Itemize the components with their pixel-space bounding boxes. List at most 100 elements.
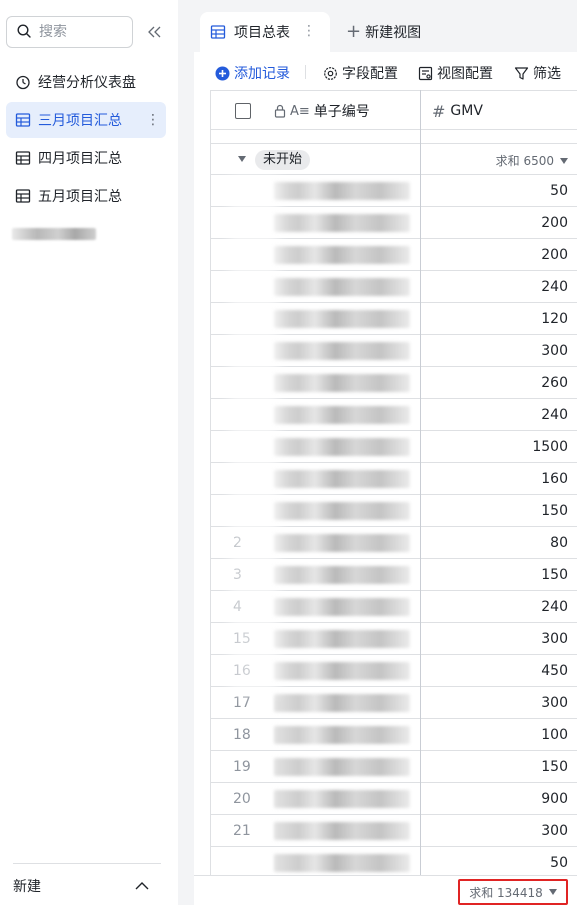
gmv-cell[interactable]: 50 bbox=[421, 175, 568, 207]
caret-down-icon bbox=[548, 889, 557, 895]
group-header-not-started[interactable]: 未开始 求和 6500 bbox=[211, 143, 577, 175]
frozen-column-divider[interactable] bbox=[420, 90, 421, 875]
gmv-cell[interactable]: 1500 bbox=[421, 431, 568, 463]
gmv-cell[interactable]: 240 bbox=[421, 399, 568, 431]
filter-label: 筛选 bbox=[533, 66, 561, 82]
select-all-checkbox[interactable] bbox=[235, 103, 251, 119]
column-label: 单子编号 bbox=[313, 104, 370, 120]
main-panel: 项目总表 ⋮ + 新建视图 添加记录 字段配置 视图配置 筛选 A≡ 单子编号 … bbox=[194, 0, 577, 905]
gmv-cell[interactable]: 900 bbox=[421, 783, 568, 815]
filter-button[interactable]: 筛选 bbox=[513, 63, 561, 83]
sidebar-item-may-summary[interactable]: 五月项目汇总 bbox=[6, 178, 166, 214]
gmv-cell[interactable]: 80 bbox=[421, 527, 568, 559]
search-input[interactable] bbox=[39, 24, 119, 40]
redacted-order-id bbox=[274, 246, 410, 264]
sidebar-footer[interactable]: 新建 bbox=[13, 863, 161, 905]
sidebar-item-dashboard[interactable]: 经营分析仪表盘 bbox=[6, 64, 166, 100]
tab-project-table[interactable]: 项目总表 ⋮ bbox=[200, 12, 330, 52]
number-field-icon: # bbox=[432, 101, 446, 121]
field-config-button[interactable]: 字段配置 bbox=[322, 63, 398, 83]
redacted-sidebar-item bbox=[12, 228, 96, 240]
group-sum[interactable]: 求和 6500 bbox=[496, 152, 568, 169]
redacted-order-id bbox=[274, 470, 410, 488]
table-row[interactable]: 18 100 bbox=[211, 719, 577, 751]
gmv-cell[interactable]: 150 bbox=[421, 751, 568, 783]
gmv-cell[interactable]: 300 bbox=[421, 335, 568, 367]
gmv-cell[interactable]: 300 bbox=[421, 623, 568, 655]
table-icon bbox=[15, 150, 31, 166]
table-icon bbox=[210, 24, 226, 40]
search-icon bbox=[17, 23, 31, 42]
new-view-button[interactable]: + 新建视图 bbox=[346, 22, 421, 42]
row-number: 17 bbox=[233, 695, 251, 711]
row-number: 21 bbox=[233, 823, 251, 839]
lock-icon bbox=[274, 104, 286, 118]
data-table: A≡ 单子编号 # GMV 未开始 求和 6500 50 200 200 240 120… bbox=[210, 90, 577, 875]
add-circle-icon bbox=[214, 65, 230, 81]
toolbar-divider bbox=[305, 65, 306, 79]
tab-more-icon[interactable]: ⋮ bbox=[302, 23, 316, 39]
collapse-sidebar-icon[interactable] bbox=[145, 22, 165, 42]
gmv-cell[interactable]: 200 bbox=[421, 207, 568, 239]
gmv-cell[interactable]: 260 bbox=[421, 367, 568, 399]
tab-label: 项目总表 bbox=[234, 25, 290, 41]
column-header-gmv[interactable]: # GMV bbox=[432, 91, 483, 131]
new-button[interactable]: 新建 bbox=[13, 876, 41, 896]
add-record-label: 添加记录 bbox=[234, 66, 290, 82]
view-config-icon bbox=[417, 65, 433, 81]
redacted-order-id bbox=[274, 694, 410, 712]
redacted-order-id bbox=[274, 726, 410, 744]
redacted-order-id bbox=[274, 342, 410, 360]
redacted-order-id bbox=[274, 182, 410, 200]
view-tabbar: 项目总表 ⋮ + 新建视图 bbox=[194, 0, 577, 52]
redacted-order-id bbox=[274, 214, 410, 232]
table-row[interactable]: 19 150 bbox=[211, 751, 577, 783]
plus-icon: + bbox=[346, 21, 362, 42]
gmv-cell[interactable]: 300 bbox=[421, 687, 568, 719]
field-config-label: 字段配置 bbox=[342, 66, 398, 82]
table-row[interactable]: 20 900 bbox=[211, 783, 577, 815]
total-sum-label: 求和 134418 bbox=[469, 885, 543, 900]
table-row[interactable]: 21 300 bbox=[211, 815, 577, 847]
gmv-cell[interactable]: 160 bbox=[421, 463, 568, 495]
app-root: 经营分析仪表盘 三月项目汇总 ⋮ 四月项目汇总 五月项目汇总 新建 bbox=[0, 0, 577, 905]
gmv-cell[interactable]: 240 bbox=[421, 591, 568, 623]
filter-icon bbox=[513, 65, 529, 81]
gmv-cell[interactable]: 100 bbox=[421, 719, 568, 751]
row-number: 18 bbox=[233, 727, 251, 743]
column-header-order-id[interactable]: A≡ 单子编号 bbox=[274, 91, 370, 131]
view-config-button[interactable]: 视图配置 bbox=[417, 63, 493, 83]
gmv-cell[interactable]: 450 bbox=[421, 655, 568, 687]
chevron-up-icon[interactable] bbox=[135, 878, 149, 894]
sidebar-item-label: 三月项目汇总 bbox=[38, 113, 122, 129]
table-header: A≡ 单子编号 # GMV bbox=[211, 90, 577, 130]
table-icon bbox=[15, 112, 31, 128]
gmv-cell[interactable]: 150 bbox=[421, 559, 568, 591]
toolbar: 添加记录 字段配置 视图配置 筛选 bbox=[194, 52, 577, 90]
sidebar-item-april-summary[interactable]: 四月项目汇总 bbox=[6, 140, 166, 176]
redacted-order-id bbox=[274, 534, 410, 552]
sidebar: 经营分析仪表盘 三月项目汇总 ⋮ 四月项目汇总 五月项目汇总 新建 bbox=[0, 0, 178, 905]
add-record-button[interactable]: 添加记录 bbox=[214, 63, 290, 83]
search-box[interactable] bbox=[6, 16, 133, 48]
redacted-order-id bbox=[274, 438, 410, 456]
gear-icon bbox=[322, 65, 338, 81]
row-number: 20 bbox=[233, 791, 251, 807]
row-number: 19 bbox=[233, 759, 251, 775]
gmv-cell[interactable]: 50 bbox=[421, 847, 568, 875]
gmv-cell[interactable]: 240 bbox=[421, 271, 568, 303]
total-sum[interactable]: 求和 134418 bbox=[458, 879, 568, 905]
redacted-order-id bbox=[274, 502, 410, 520]
gmv-cell[interactable]: 150 bbox=[421, 495, 568, 527]
sidebar-item-march-summary[interactable]: 三月项目汇总 ⋮ bbox=[6, 102, 166, 138]
gmv-cell[interactable]: 200 bbox=[421, 239, 568, 271]
more-options-icon[interactable]: ⋮ bbox=[146, 111, 160, 129]
collapse-arrow-icon[interactable] bbox=[238, 156, 246, 162]
table-row[interactable]: 50 bbox=[211, 847, 577, 875]
redacted-order-id bbox=[274, 822, 410, 840]
gmv-cell[interactable]: 120 bbox=[421, 303, 568, 335]
view-config-label: 视图配置 bbox=[437, 66, 493, 82]
redacted-order-id bbox=[274, 310, 410, 328]
dashboard-icon bbox=[15, 74, 31, 90]
gmv-cell[interactable]: 300 bbox=[421, 815, 568, 847]
